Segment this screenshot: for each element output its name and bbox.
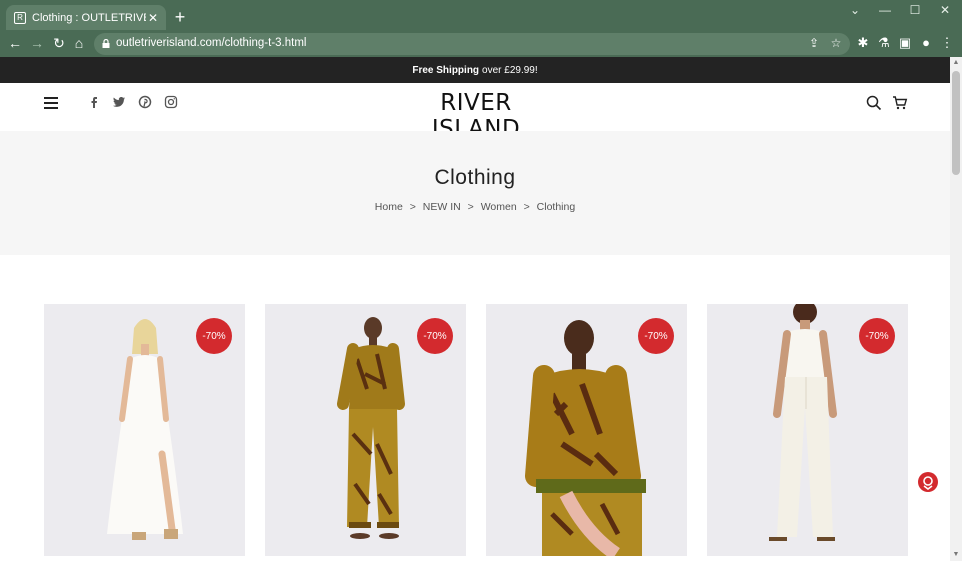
product-card[interactable]: -70% bbox=[44, 304, 245, 556]
page-hero: Clothing Home > NEW IN > Women > Clothin… bbox=[0, 131, 950, 255]
browser-chrome: R Clothing : OUTLETRIVERISLAND. ✕ + ⌄ — … bbox=[0, 0, 962, 57]
close-window-icon[interactable]: ✕ bbox=[935, 3, 955, 17]
tab-title: Clothing : OUTLETRIVERISLAND. bbox=[32, 11, 146, 24]
discount-badge: -70% bbox=[417, 318, 453, 354]
promo-text: over £29.99! bbox=[482, 64, 538, 76]
discount-badge: -70% bbox=[859, 318, 895, 354]
breadcrumb-new-in[interactable]: NEW IN bbox=[423, 201, 461, 213]
product-grid: -70% -70% -70% -70% bbox=[44, 304, 908, 556]
web-page: Free Shipping over £29.99! RIVER ISLAND … bbox=[0, 57, 950, 561]
favicon-icon: R bbox=[14, 11, 26, 24]
facebook-icon[interactable] bbox=[87, 95, 101, 109]
breadcrumb-separator: > bbox=[409, 201, 416, 213]
chat-widget-button[interactable] bbox=[918, 472, 938, 492]
reload-icon[interactable]: ↻ bbox=[50, 34, 68, 52]
tab-close-icon[interactable]: ✕ bbox=[146, 11, 160, 25]
browser-tab[interactable]: R Clothing : OUTLETRIVERISLAND. ✕ bbox=[6, 5, 166, 30]
breadcrumb-separator: > bbox=[467, 201, 474, 213]
scroll-thumb[interactable] bbox=[952, 71, 960, 175]
product-card[interactable]: -70% bbox=[486, 304, 687, 556]
breadcrumb-home[interactable]: Home bbox=[375, 201, 403, 213]
product-card[interactable]: -70% bbox=[265, 304, 466, 556]
browser-toolbar: ← → ↻ ⌂ outletriverisland.com/clothing-t… bbox=[0, 30, 962, 57]
hamburger-menu-icon[interactable] bbox=[44, 97, 58, 109]
search-icon[interactable] bbox=[866, 95, 882, 111]
address-bar[interactable]: outletriverisland.com/clothing-t-3.html … bbox=[94, 33, 850, 55]
lock-icon bbox=[102, 39, 110, 48]
home-icon[interactable]: ⌂ bbox=[70, 34, 88, 52]
tab-search-icon[interactable]: ⌄ bbox=[845, 3, 865, 17]
twitter-icon[interactable] bbox=[112, 95, 126, 109]
page-title: Clothing bbox=[434, 166, 516, 189]
promo-bold-text: Free Shipping bbox=[412, 64, 480, 76]
minimize-icon[interactable]: — bbox=[875, 3, 895, 17]
promo-bar: Free Shipping over £29.99! bbox=[0, 57, 950, 83]
breadcrumb-separator: > bbox=[523, 201, 530, 213]
side-panel-icon[interactable]: ▣ bbox=[897, 35, 913, 51]
bookmark-star-icon[interactable]: ☆ bbox=[828, 36, 844, 50]
page-scrollbar[interactable]: ▲ ▼ bbox=[950, 57, 962, 561]
discount-badge: -70% bbox=[196, 318, 232, 354]
labs-flask-icon[interactable]: ⚗ bbox=[876, 35, 892, 51]
profile-avatar-icon[interactable]: ● bbox=[918, 35, 934, 51]
url-text[interactable]: outletriverisland.com/clothing-t-3.html bbox=[116, 37, 306, 49]
forward-icon[interactable]: → bbox=[28, 34, 46, 52]
maximize-icon[interactable]: ☐ bbox=[905, 3, 925, 17]
cart-icon[interactable] bbox=[892, 95, 908, 111]
new-tab-button[interactable]: + bbox=[172, 7, 188, 27]
menu-kebab-icon[interactable]: ⋮ bbox=[939, 35, 955, 51]
site-header: RIVER ISLAND bbox=[0, 83, 950, 142]
share-icon[interactable]: ⇪ bbox=[806, 36, 822, 50]
breadcrumb-women[interactable]: Women bbox=[481, 201, 517, 213]
extensions-icon[interactable]: ✱ bbox=[855, 35, 871, 51]
tab-strip: R Clothing : OUTLETRIVERISLAND. ✕ + ⌄ — … bbox=[0, 0, 962, 30]
back-icon[interactable]: ← bbox=[6, 34, 24, 52]
breadcrumb: Home > NEW IN > Women > Clothing bbox=[0, 201, 950, 213]
instagram-icon[interactable] bbox=[164, 95, 178, 109]
scroll-up-arrow-icon[interactable]: ▲ bbox=[952, 59, 960, 67]
scroll-down-arrow-icon[interactable]: ▼ bbox=[952, 551, 960, 559]
discount-badge: -70% bbox=[638, 318, 674, 354]
pinterest-icon[interactable] bbox=[138, 95, 152, 109]
product-card[interactable]: -70% bbox=[707, 304, 908, 556]
breadcrumb-clothing[interactable]: Clothing bbox=[537, 201, 576, 213]
